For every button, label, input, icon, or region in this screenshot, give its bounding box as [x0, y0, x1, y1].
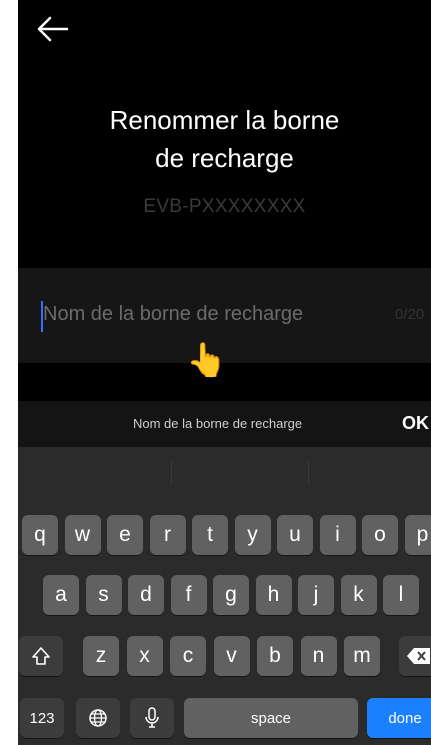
key-r[interactable]: r	[149, 515, 186, 555]
toolbar-label: Nom de la borne de recharge	[133, 416, 303, 431]
suggestion-divider	[308, 461, 309, 485]
globe-key[interactable]	[76, 698, 120, 738]
back-arrow-icon[interactable]	[36, 14, 70, 44]
key-g[interactable]: g	[213, 575, 249, 615]
key-f[interactable]: f	[170, 575, 207, 615]
suggestion-divider	[171, 461, 172, 485]
character-counter: 0/20	[395, 306, 425, 323]
globe-icon	[89, 709, 107, 727]
screen: Renommer la borne de recharge EVB-PXXXXX…	[18, 0, 431, 745]
title-line-1: Renommer la borne	[109, 105, 340, 135]
key-h[interactable]: h	[255, 575, 292, 615]
shift-key[interactable]	[19, 636, 63, 676]
key-a[interactable]: a	[43, 575, 79, 615]
key-e[interactable]: e	[107, 515, 143, 555]
key-y[interactable]: y	[234, 515, 271, 555]
key-l[interactable]: l	[383, 575, 419, 615]
input-placeholder: Nom de la borne de recharge	[43, 303, 304, 325]
microphone-icon	[145, 707, 159, 728]
key-x[interactable]: x	[126, 636, 163, 676]
backspace-key[interactable]	[399, 636, 431, 676]
page-title: Renommer la borne de recharge	[18, 101, 431, 177]
shift-icon	[32, 647, 50, 665]
microphone-key[interactable]	[130, 698, 174, 738]
key-w[interactable]: w	[64, 515, 101, 555]
key-m[interactable]: m	[344, 636, 380, 676]
key-p[interactable]: p	[404, 515, 431, 555]
device-id: EVB-PXXXXXXXX	[143, 196, 306, 217]
key-k[interactable]: k	[340, 575, 377, 615]
done-key[interactable]: done	[367, 698, 431, 738]
key-o[interactable]: o	[362, 515, 398, 555]
key-v[interactable]: v	[213, 636, 250, 676]
key-n[interactable]: n	[300, 636, 337, 676]
key-b[interactable]: b	[257, 636, 293, 676]
ok-button[interactable]: OK	[402, 413, 429, 434]
numbers-key[interactable]: 123	[20, 698, 64, 738]
pointing-hand-icon: 👆	[186, 341, 228, 378]
key-q[interactable]: q	[22, 515, 58, 555]
keyboard: qwertyuiop asdfghjkl zxcvbnm 123 space d…	[18, 447, 431, 745]
key-u[interactable]: u	[277, 515, 313, 555]
title-line-2: de recharge	[155, 143, 294, 173]
key-d[interactable]: d	[128, 575, 164, 615]
suggestion-bar	[18, 447, 431, 502]
key-t[interactable]: t	[192, 515, 228, 555]
key-j[interactable]: j	[298, 575, 334, 615]
backspace-icon	[407, 648, 430, 664]
key-z[interactable]: z	[83, 636, 119, 676]
space-key[interactable]: space	[184, 698, 358, 738]
key-c[interactable]: c	[170, 636, 206, 676]
key-s[interactable]: s	[85, 575, 122, 615]
key-i[interactable]: i	[319, 515, 356, 555]
